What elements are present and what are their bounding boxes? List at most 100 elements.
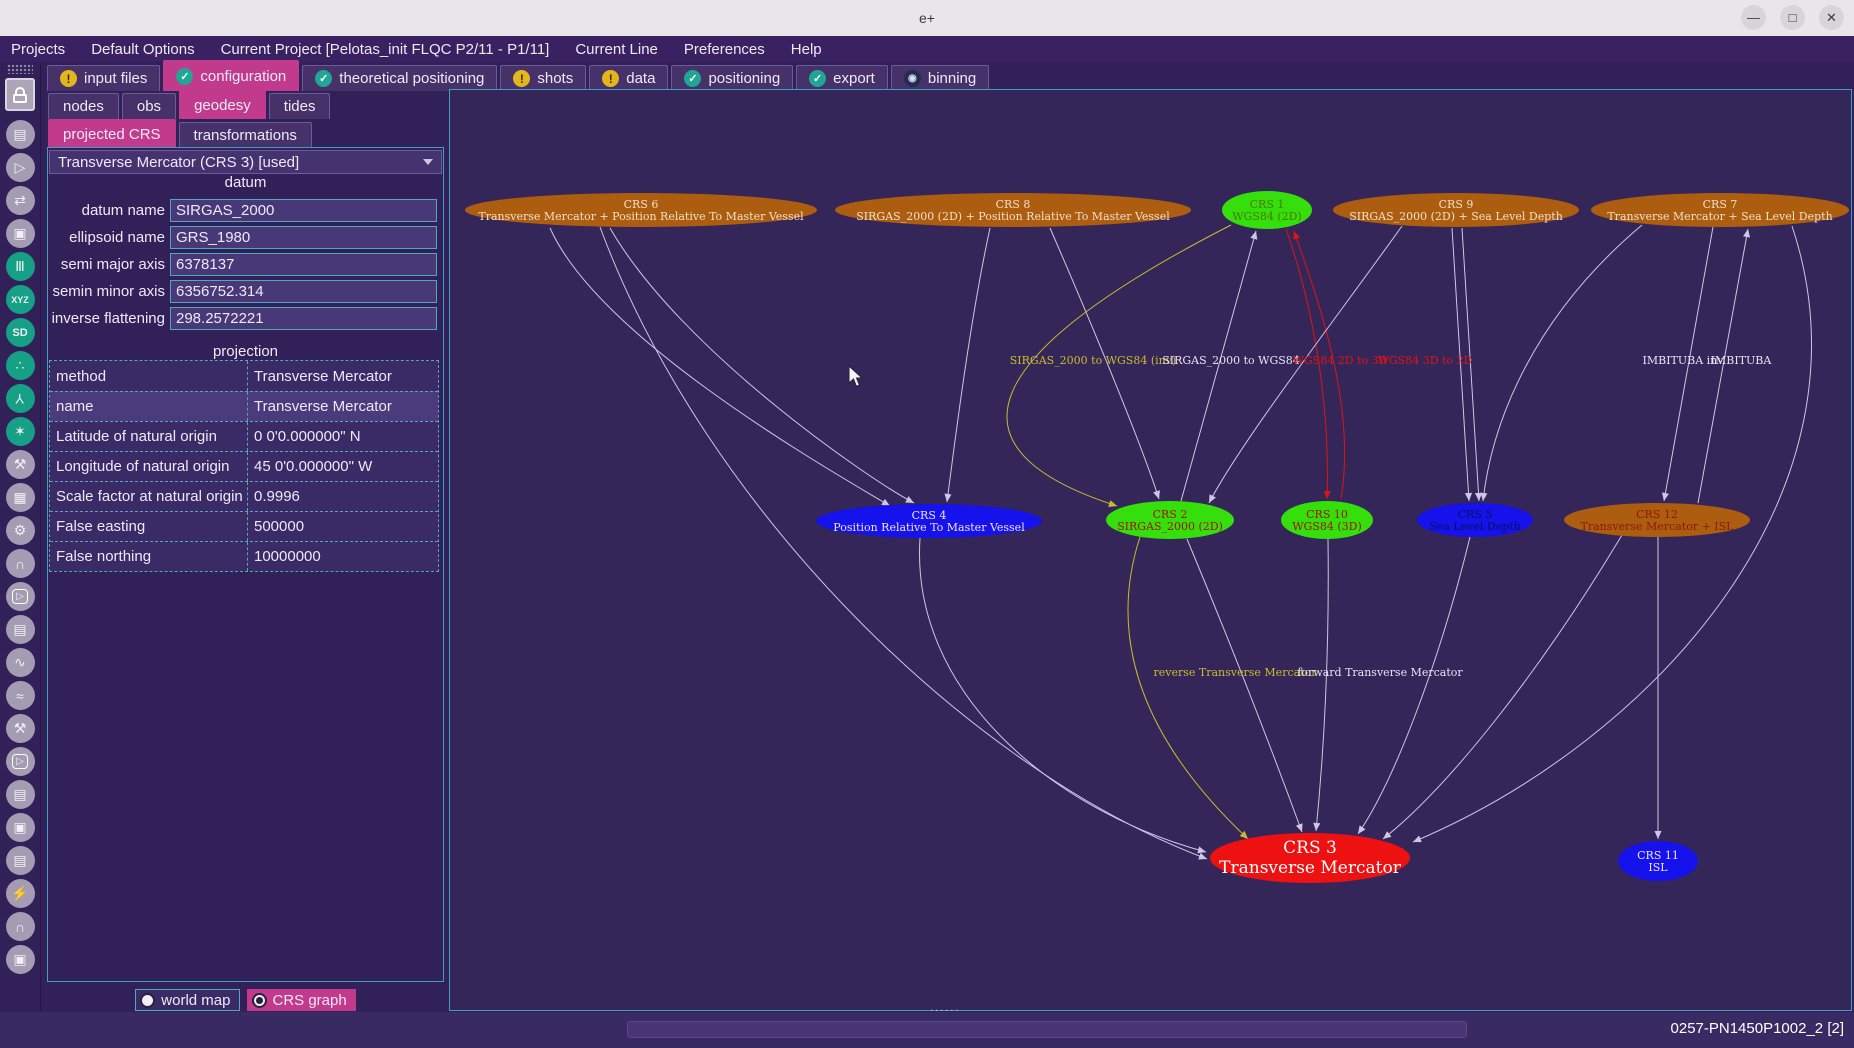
wave-button[interactable]: ∿ xyxy=(6,648,35,677)
menu-item-default-options[interactable]: Default Options xyxy=(91,41,194,58)
tab-geodesy[interactable]: geodesy xyxy=(179,90,266,119)
menu-item-preferences[interactable]: Preferences xyxy=(684,41,765,58)
warn-status-icon: ! xyxy=(513,70,530,87)
save-button[interactable]: ▣ xyxy=(6,219,35,248)
field-input-ellipsoid-name[interactable] xyxy=(170,226,437,249)
fence-button[interactable]: Ⅲ xyxy=(6,252,35,281)
wave-2-button[interactable]: ≈ xyxy=(6,681,35,710)
tab-shots[interactable]: ! shots xyxy=(500,65,586,91)
node-crs-1: CRS 1WGS84 (2D) xyxy=(1222,191,1312,229)
save-3-button[interactable]: ▣ xyxy=(6,945,35,974)
tab-transformations[interactable]: transformations xyxy=(179,122,312,148)
video-2-button[interactable]: ▷ xyxy=(6,747,35,776)
map-button[interactable]: ▦ xyxy=(6,483,35,512)
save-2-button[interactable]: ▣ xyxy=(6,813,35,842)
configuration-panel: nodesobsgeodesytides projected CRStransf… xyxy=(40,62,449,1012)
table-row-false-northing[interactable]: False northing10000000 xyxy=(50,541,438,571)
field-input-datum-name[interactable] xyxy=(170,199,437,222)
hammer-wand-button[interactable]: ⚒ xyxy=(6,450,35,479)
field-input-semin-minor-axis[interactable] xyxy=(170,280,437,303)
node-crs-8: CRS 8SIRGAS_2000 (2D) + Position Relativ… xyxy=(835,193,1191,227)
lock-icon-body xyxy=(13,94,27,103)
field-input-semi-major-axis[interactable] xyxy=(170,253,437,276)
video-2-icon: ▷ xyxy=(12,754,28,769)
edge-label-reverse-transverse-mercator: reverse Transverse Mercator xyxy=(1154,666,1318,679)
chevron-down-icon xyxy=(423,159,433,165)
save-2-icon: ▣ xyxy=(13,819,26,836)
hammer-wand-2-button[interactable]: ⚒ xyxy=(6,714,35,743)
menu-item-current-line[interactable]: Current Line xyxy=(575,41,658,58)
table-row-longitude-of-natural-origin[interactable]: Longitude of natural origin45 0'0.000000… xyxy=(50,451,438,481)
radio-world-map[interactable]: world map xyxy=(135,989,239,1011)
maximize-button[interactable]: □ xyxy=(1780,5,1805,30)
wave-icon: ∿ xyxy=(14,654,26,671)
tab-tides[interactable]: tides xyxy=(269,93,331,119)
v-node-button[interactable]: Y xyxy=(6,384,35,413)
file-4-button[interactable]: ▤ xyxy=(6,846,35,875)
toolbar-grip-handle[interactable] xyxy=(7,64,33,74)
xyz-button[interactable]: XYZ xyxy=(6,285,35,314)
edge-label-forward-transverse-mercator: forward Transverse Mercator xyxy=(1297,666,1463,679)
spark-button[interactable]: ✶ xyxy=(6,417,35,446)
video-button[interactable]: ▷ xyxy=(6,582,35,611)
play-button[interactable]: ▷ xyxy=(6,153,35,182)
tab-positioning[interactable]: ✓positioning xyxy=(671,65,793,91)
file-2-button[interactable]: ▤ xyxy=(6,615,35,644)
share-button[interactable]: ∴ xyxy=(6,351,35,380)
tab-export[interactable]: ✓export xyxy=(796,65,888,91)
edge-label-sirgas-2000-to-wgs84: SIRGAS_2000 to WGS84 xyxy=(1162,354,1300,367)
xyz-icon: XYZ xyxy=(11,295,29,305)
tab-data[interactable]: !data xyxy=(589,65,668,91)
play-icon: ▷ xyxy=(15,159,26,176)
gear-icon: ⚙ xyxy=(14,522,27,539)
horizontal-scrollbar[interactable] xyxy=(627,1021,1467,1038)
spark-icon: ✶ xyxy=(14,423,26,440)
lock-button[interactable] xyxy=(5,78,35,111)
table-row-scale-factor-at-natural-origin[interactable]: Scale factor at natural origin0.9996 xyxy=(50,481,438,511)
hammer-wand-icon: ⚒ xyxy=(14,456,27,473)
gear-button[interactable]: ⚙ xyxy=(6,516,35,545)
cell-value: 0 0'0.000000" N xyxy=(247,422,438,451)
file-3-button[interactable]: ▤ xyxy=(6,780,35,809)
tab-label: shots xyxy=(537,70,573,87)
swap-arrows-button[interactable]: ⇄ xyxy=(6,186,35,215)
magnet-button[interactable]: ∩ xyxy=(6,549,35,578)
field-row-inverse-flattening: inverse flattening xyxy=(41,307,442,330)
tab-obs[interactable]: obs xyxy=(122,93,176,119)
magnet-2-button[interactable]: ∩ xyxy=(6,912,35,941)
table-row-latitude-of-natural-origin[interactable]: Latitude of natural origin0 0'0.000000" … xyxy=(50,421,438,451)
fence-icon: Ⅲ xyxy=(15,258,25,275)
status-text: 0257-PN1450P1002_2 [2] xyxy=(1671,1020,1844,1037)
sd-button[interactable]: SD xyxy=(6,318,35,347)
node-crs-2: CRS 2SIRGAS_2000 (2D) xyxy=(1106,501,1234,539)
lightning-button[interactable]: ⚡ xyxy=(6,879,35,908)
menu-item-current-project-pelotas-init-flqc-p2-11-p1-11[interactable]: Current Project [Pelotas_init FLQC P2/11… xyxy=(221,41,550,58)
cell-label: False northing xyxy=(50,542,247,571)
node-crs-10: CRS 10WGS84 (3D) xyxy=(1281,501,1373,539)
tab-binning[interactable]: ◉binning xyxy=(891,65,989,91)
radio-crs-graph[interactable]: CRS graph xyxy=(247,989,356,1011)
graph-edge-2 xyxy=(947,228,990,502)
menu-item-projects[interactable]: Projects xyxy=(11,41,65,58)
close-button[interactable]: ✕ xyxy=(1819,5,1844,30)
field-input-inverse-flattening[interactable] xyxy=(170,307,437,330)
warn-status-icon: ! xyxy=(602,70,619,87)
file-button[interactable]: ▤ xyxy=(6,120,35,149)
field-row-semin-minor-axis: semin minor axis xyxy=(41,280,442,303)
crs-graph-canvas[interactable]: SIRGAS_2000 to WGS84 (inv)SIRGAS_2000 to… xyxy=(449,89,1852,1011)
menu-item-help[interactable]: Help xyxy=(791,41,822,58)
table-row-false-easting[interactable]: False easting500000 xyxy=(50,511,438,541)
tab-projected-crs[interactable]: projected CRS xyxy=(48,119,176,148)
radio-label: CRS graph xyxy=(273,992,347,1009)
tab-label: binning xyxy=(928,70,976,87)
wave-2-icon: ≈ xyxy=(16,688,24,704)
minimize-button[interactable]: — xyxy=(1741,5,1766,30)
table-row-name[interactable]: nameTransverse Mercator xyxy=(50,391,438,421)
table-row-method[interactable]: methodTransverse Mercator xyxy=(50,361,438,391)
crs-dropdown[interactable]: Transverse Mercator (CRS 3) [used] xyxy=(49,150,442,174)
swap-arrows-icon: ⇄ xyxy=(14,192,26,209)
tab-nodes[interactable]: nodes xyxy=(48,93,119,119)
edge-label-wgs84-3d-to-2d: WGS84 3D to 2D xyxy=(1378,354,1473,367)
cell-value: 10000000 xyxy=(247,542,438,571)
cell-value: 0.9996 xyxy=(247,482,438,511)
